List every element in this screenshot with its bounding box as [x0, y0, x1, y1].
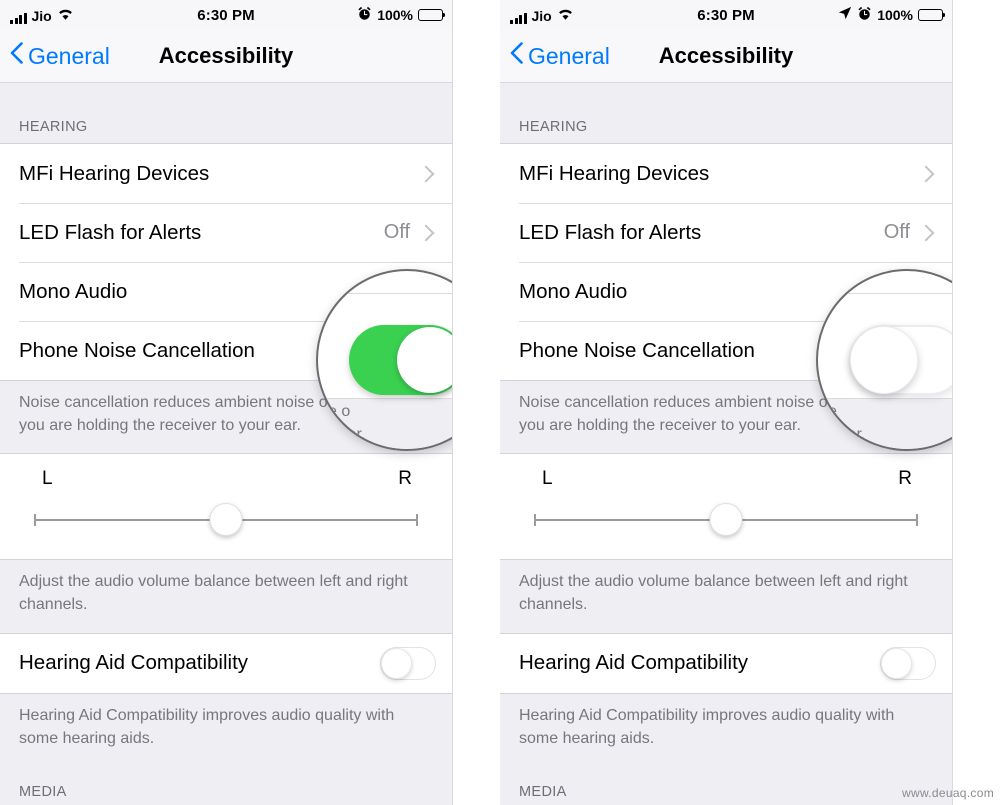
- slider-cap-left: [534, 514, 536, 527]
- hac-cell-group: Hearing Aid Compatibility: [0, 632, 452, 694]
- balance-right-label: R: [898, 468, 912, 490]
- status-bar: Jio 6:30 PM 100%: [500, 0, 952, 30]
- row-mfi-hearing-devices[interactable]: MFi Hearing Devices: [0, 144, 452, 203]
- alarm-clock-icon: [857, 6, 872, 25]
- footnote-hearing-aid-compatibility: Hearing Aid Compatibility improves audio…: [500, 693, 952, 763]
- row-label: Hearing Aid Compatibility: [19, 651, 249, 675]
- balance-left-label: L: [542, 468, 553, 490]
- magnified-separator-line-2: [818, 398, 952, 399]
- battery-full-icon: [418, 9, 446, 21]
- battery-percent-label: 100%: [377, 7, 413, 23]
- slider-cap-right: [916, 514, 918, 527]
- balance-right-label: R: [398, 468, 412, 490]
- navigation-bar: General Accessibility: [500, 30, 952, 83]
- magnified-separator-line: [818, 293, 952, 294]
- balance-labels: L R: [519, 468, 933, 490]
- section-header-hearing: HEARING: [0, 83, 452, 143]
- balance-slider[interactable]: [19, 503, 433, 537]
- row-value: Off: [883, 221, 910, 243]
- row-mfi-hearing-devices[interactable]: MFi Hearing Devices: [500, 144, 952, 203]
- alarm-clock-icon: [357, 6, 372, 25]
- row-label: LED Flash for Alerts: [19, 220, 202, 244]
- footnote-audio-balance: Adjust the audio volume balance between …: [500, 560, 952, 633]
- page-title: Accessibility: [158, 43, 294, 68]
- slider-knob[interactable]: [209, 503, 243, 537]
- footnote-hearing-aid-compatibility: Hearing Aid Compatibility improves audio…: [0, 693, 452, 763]
- hac-cell-group: Hearing Aid Compatibility: [500, 632, 952, 694]
- audio-balance-slider-cell: L R: [500, 453, 952, 561]
- slider-knob[interactable]: [709, 503, 743, 537]
- status-bar-right: 100%: [357, 6, 446, 25]
- screenshot-stage: Jio 6:30 PM 100% General Accessibility H…: [0, 0, 1000, 805]
- status-bar-right: 100%: [838, 6, 946, 25]
- battery-percent-label: 100%: [877, 7, 913, 23]
- magnifier-content: se o ur ear.: [318, 271, 452, 449]
- toggle-knob: [397, 327, 452, 393]
- chevron-right-icon: [417, 224, 435, 241]
- phone-noise-cancellation-toggle[interactable]: [349, 325, 452, 395]
- row-label: Hearing Aid Compatibility: [519, 651, 749, 675]
- phone-noise-cancellation-toggle[interactable]: [849, 325, 952, 395]
- balance-left-label: L: [42, 468, 53, 490]
- slider-cap-right: [416, 514, 418, 527]
- balance-labels: L R: [19, 468, 433, 490]
- row-hearing-aid-compatibility[interactable]: Hearing Aid Compatibility: [0, 633, 452, 693]
- section-header-media: MEDIA: [0, 762, 452, 805]
- magnified-footnote-line-1: se o: [320, 403, 351, 420]
- chevron-right-icon: [417, 165, 435, 182]
- phone-screenshot-left: Jio 6:30 PM 100% General Accessibility H…: [0, 0, 453, 805]
- magnified-footnote-line-1: se: [820, 403, 837, 420]
- audio-balance-slider-cell: L R: [0, 453, 452, 561]
- balance-slider[interactable]: [519, 503, 933, 537]
- magnified-separator-line-2: [318, 398, 452, 399]
- magnifier-callout-left: se o ur ear.: [316, 269, 452, 451]
- row-label: LED Flash for Alerts: [519, 220, 702, 244]
- footnote-audio-balance: Adjust the audio volume balance between …: [0, 560, 452, 633]
- magnified-footnote-line-2: ur ear.: [320, 426, 366, 443]
- row-led-flash-for-alerts[interactable]: LED Flash for Alerts Off: [500, 203, 952, 262]
- row-label: MFi Hearing Devices: [519, 161, 710, 185]
- row-hearing-aid-compatibility[interactable]: Hearing Aid Compatibility: [500, 633, 952, 693]
- row-led-flash-for-alerts[interactable]: LED Flash for Alerts Off: [0, 203, 452, 262]
- magnifier-callout-right: se ur ear.: [816, 269, 952, 451]
- navigation-bar: General Accessibility: [0, 30, 452, 83]
- magnifier-content: se ur ear.: [818, 271, 952, 449]
- magnified-footnote-line-2: ur ear.: [820, 426, 866, 443]
- section-header-hearing: HEARING: [500, 83, 952, 143]
- location-arrow-icon: [838, 6, 852, 24]
- row-label: MFi Hearing Devices: [19, 161, 210, 185]
- battery-full-icon: [918, 9, 946, 21]
- row-value: Off: [383, 221, 410, 243]
- status-bar: Jio 6:30 PM 100%: [0, 0, 452, 30]
- magnified-separator-line: [318, 293, 452, 294]
- toggle-knob: [850, 326, 918, 394]
- page-title: Accessibility: [658, 43, 794, 68]
- site-watermark: www.deuaq.com: [902, 786, 994, 800]
- section-header-media: MEDIA: [500, 762, 952, 805]
- chevron-right-icon: [917, 165, 935, 182]
- hearing-aid-compatibility-toggle[interactable]: [880, 646, 936, 680]
- phone-screenshot-right: Jio 6:30 PM 100% General Accessibility H…: [500, 0, 953, 805]
- chevron-right-icon: [917, 224, 935, 241]
- slider-cap-left: [34, 514, 36, 527]
- hearing-aid-compatibility-toggle[interactable]: [380, 646, 436, 680]
